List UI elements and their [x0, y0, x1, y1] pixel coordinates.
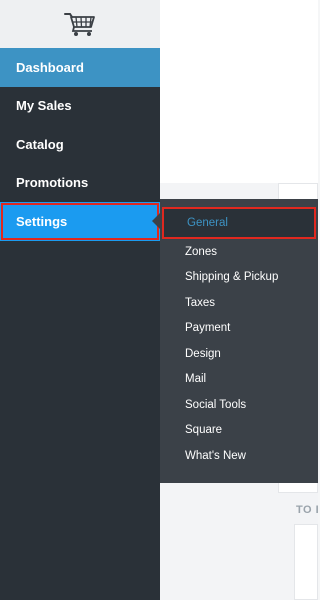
- content-card-secondary: [294, 524, 318, 600]
- submenu-item-mail[interactable]: Mail: [160, 367, 318, 393]
- submenu-item-label: Mail: [185, 373, 207, 386]
- submenu-item-zones[interactable]: Zones: [160, 239, 318, 265]
- submenu-item-social-tools[interactable]: Social Tools: [160, 392, 318, 418]
- logo-area[interactable]: [0, 0, 160, 48]
- submenu-item-taxes[interactable]: Taxes: [160, 290, 318, 316]
- submenu-item-label: Design: [185, 347, 221, 360]
- submenu-item-label: Zones: [185, 245, 217, 258]
- submenu-item-label: Shipping & Pickup: [185, 271, 279, 284]
- submenu-item-shipping-pickup[interactable]: Shipping & Pickup: [160, 265, 318, 291]
- submenu-item-label: Square: [185, 424, 223, 437]
- submenu-item-payment[interactable]: Payment: [160, 316, 318, 342]
- sidebar-item-label: Settings: [16, 213, 68, 229]
- submenu-item-whats-new[interactable]: What's New: [160, 443, 318, 469]
- submenu-item-label: Taxes: [185, 296, 216, 309]
- settings-submenu: General Zones Shipping & Pickup Taxes Pa…: [160, 199, 318, 483]
- submenu-item-label: Payment: [185, 322, 231, 335]
- sidebar-item-my-sales[interactable]: My Sales: [0, 87, 160, 126]
- sidebar-item-label: Promotions: [16, 175, 89, 191]
- sidebar: Dashboard My Sales Catalog Promotions Se…: [0, 0, 160, 600]
- submenu-item-label: What's New: [185, 449, 246, 462]
- sidebar-item-label: Catalog: [16, 136, 64, 152]
- sidebar-item-label: My Sales: [16, 98, 72, 114]
- submenu-item-design[interactable]: Design: [160, 341, 318, 367]
- submenu-item-label: Social Tools: [185, 398, 247, 411]
- sidebar-item-promotions[interactable]: Promotions: [0, 164, 160, 203]
- shopping-cart-icon[interactable]: [63, 11, 97, 37]
- submenu-item-square[interactable]: Square: [160, 418, 318, 444]
- sidebar-item-label: Dashboard: [16, 59, 84, 75]
- submenu-item-general[interactable]: General: [162, 207, 316, 239]
- submenu-item-label: General: [187, 217, 228, 229]
- sidebar-item-settings[interactable]: Settings: [0, 202, 160, 241]
- sidebar-item-dashboard[interactable]: Dashboard: [0, 48, 160, 87]
- section-label: TO I: [296, 504, 320, 516]
- sidebar-item-catalog[interactable]: Catalog: [0, 125, 160, 164]
